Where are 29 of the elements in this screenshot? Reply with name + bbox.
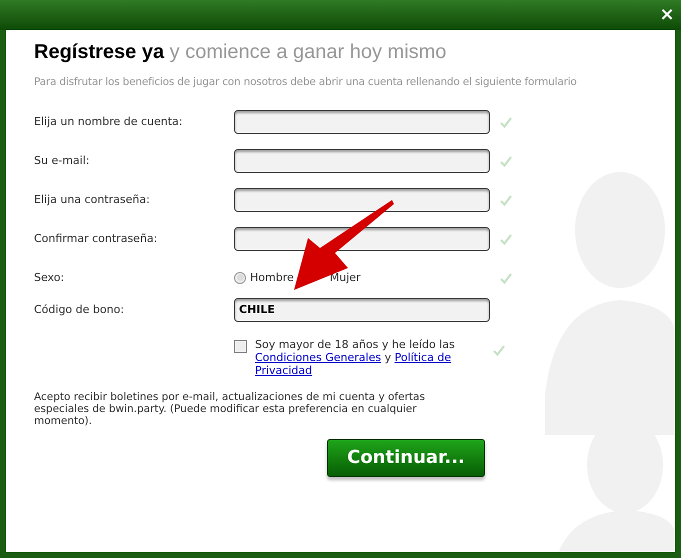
input-field[interactable]: [234, 226, 490, 251]
checkmark-icon: [500, 154, 512, 167]
field-label: Código de bono:: [34, 302, 126, 318]
intro-text: Para disfrutar los beneficios de jugar con nosotros debe abrir una cuenta rellenando el siguiente formulario: [34, 75, 578, 90]
terms-link[interactable]: Condiciones Generales: [255, 350, 382, 364]
input-field[interactable]: [234, 188, 490, 212]
close-button[interactable]: ×: [657, 5, 677, 25]
input-field[interactable]: [234, 110, 490, 134]
field-label: Confirmar contraseña:: [34, 230, 158, 246]
field-label: Su e-mail:: [34, 152, 90, 168]
dialog-heading: Regístrese ya: [34, 41, 164, 63]
newsletter-text: Acepto recibir boletines por e-mail, actualizaciones de mi cuenta y ofertas especiales de bwin.party. (Puede modificar esta preferencia en cualquier momento).: [34, 390, 426, 427]
checkmark-icon: [500, 272, 512, 284]
dialog-subheading: y comience a ganar hoy mismo: [170, 41, 446, 63]
checkmark-icon: [500, 194, 512, 206]
checkbox[interactable]: [234, 340, 247, 353]
input-field[interactable]: [234, 148, 490, 173]
radio-button[interactable]: [234, 272, 246, 284]
input-field[interactable]: CHILE: [234, 298, 490, 322]
field-label: Elija una contraseña:: [34, 192, 151, 208]
checkmark-icon: [500, 232, 512, 245]
agreement-text: Soy mayor de 18 años y he leído las Condiciones Generales y Política de Privacidad: [255, 338, 456, 377]
radio-label: Mujer: [330, 270, 361, 286]
radio-label: Hombre: [250, 270, 294, 286]
continue-button[interactable]: Continuar...: [327, 438, 485, 477]
field-label: Sexo:: [34, 270, 66, 286]
field-label: Elija un nombre de cuenta:: [34, 114, 184, 130]
checkmark-icon: [493, 344, 505, 356]
checkmark-icon: [500, 116, 512, 128]
